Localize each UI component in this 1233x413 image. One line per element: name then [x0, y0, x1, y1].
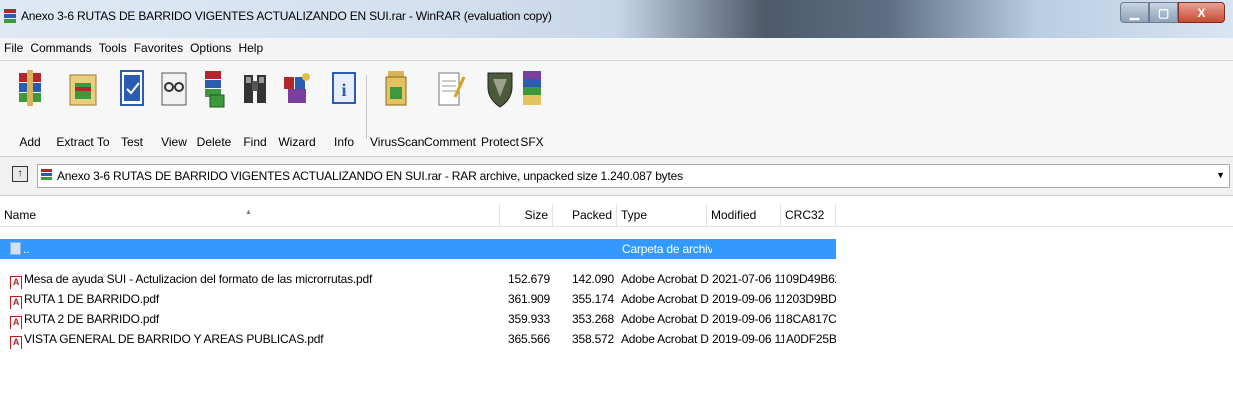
menu-tools[interactable]: Tools	[95, 38, 130, 55]
address-field[interactable]: Anexo 3-6 RUTAS DE BARRIDO VIGENTES ACTU…	[37, 164, 1230, 188]
test-button[interactable]: Test	[115, 67, 149, 149]
column-modified[interactable]: Modified	[707, 204, 781, 226]
archive-path: Anexo 3-6 RUTAS DE BARRIDO VIGENTES ACTU…	[57, 169, 683, 183]
pdf-icon: A	[10, 276, 22, 289]
window-title: Anexo 3-6 RUTAS DE BARRIDO VIGENTES ACTU…	[21, 9, 552, 23]
column-crc32[interactable]: CRC32	[781, 204, 836, 226]
menu-bar: File Commands Tools Favorites Options Help	[0, 38, 1233, 61]
toolbar: Add Extract To Test View Delete Find Wiz…	[0, 61, 1233, 157]
row-type: Adobe Acrobat Do...	[621, 272, 709, 286]
test-icon	[120, 70, 144, 106]
row-modified: 2019-09-06 11:51	[712, 292, 784, 306]
title-bar: Anexo 3-6 RUTAS DE BARRIDO VIGENTES ACTU…	[0, 0, 1233, 38]
menu-file[interactable]: File	[0, 38, 26, 55]
menu-commands[interactable]: Commands	[26, 38, 94, 55]
row-type: Adobe Acrobat Do...	[621, 312, 709, 326]
row-name: A RUTA 1 DE BARRIDO.pdf	[10, 289, 500, 309]
row-size: 365.566	[508, 332, 550, 346]
row-modified: 2019-09-06 11:51	[712, 312, 784, 326]
up-one-level-button[interactable]: ↑	[12, 166, 28, 182]
pdf-icon: A	[10, 316, 22, 329]
row-packed: 142.090	[572, 272, 614, 286]
pdf-icon: A	[10, 296, 22, 309]
archive-icon	[41, 169, 52, 182]
up-arrow-icon: ↑	[17, 168, 23, 179]
delete-button[interactable]: Delete	[196, 67, 232, 149]
toolbar-separator	[366, 75, 367, 139]
row-packed: 353.268	[572, 312, 614, 326]
extract-to-button[interactable]: Extract To	[55, 67, 111, 149]
maximize-button[interactable]: ▢	[1149, 2, 1178, 23]
sfx-icon	[523, 71, 541, 105]
virusscan-button[interactable]: VirusScan	[370, 67, 424, 149]
row-name: A Mesa de ayuda SUI - Actulizacion del fo…	[10, 269, 500, 289]
extract-folder-icon	[69, 74, 97, 106]
list-header: Name ▲ Size Packed Type Modified CRC32	[0, 204, 1233, 227]
row-type: Adobe Acrobat Do...	[621, 292, 709, 306]
pdf-icon: A	[10, 336, 22, 349]
folder-icon	[10, 242, 21, 255]
close-button[interactable]: X	[1178, 2, 1225, 23]
row-size: 359.933	[508, 312, 550, 326]
row-type: Adobe Acrobat Do...	[621, 332, 709, 346]
table-row-parent-folder[interactable]: .. Carpeta de archivos	[0, 239, 836, 259]
comment-button[interactable]: Comment	[424, 67, 476, 149]
wizard-button[interactable]: Wizard	[276, 67, 318, 149]
table-row[interactable]: A RUTA 1 DE BARRIDO.pdf 361.909 355.174 A…	[0, 289, 836, 309]
column-name[interactable]: Name ▲	[0, 204, 500, 226]
row-crc32: 09D49B62	[786, 272, 836, 286]
virusscan-icon	[385, 71, 407, 106]
delete-icon	[205, 71, 225, 108]
row-modified: 2019-09-06 11:51	[712, 332, 784, 346]
comment-icon	[438, 72, 466, 106]
sort-ascending-icon: ▲	[245, 209, 252, 216]
view-book-icon	[161, 72, 187, 106]
info-button[interactable]: i Info	[327, 67, 361, 149]
add-button[interactable]: Add	[8, 67, 52, 149]
row-size: 152.679	[508, 272, 550, 286]
dropdown-arrow-icon[interactable]: ▼	[1216, 170, 1225, 180]
view-button[interactable]: View	[157, 67, 191, 149]
minimize-button[interactable]: ▁	[1120, 2, 1149, 23]
sfx-button[interactable]: SFX	[512, 67, 552, 149]
row-packed: 355.174	[572, 292, 614, 306]
info-icon: i	[332, 72, 356, 104]
row-crc32: 8CA817C2	[786, 312, 836, 326]
svg-text:i: i	[341, 80, 346, 100]
row-name: A VISTA GENERAL DE BARRIDO Y AREAS PUBLIC…	[10, 329, 500, 349]
maximize-icon: ▢	[1157, 5, 1170, 20]
binoculars-icon	[244, 75, 266, 103]
table-row[interactable]: A RUTA 2 DE BARRIDO.pdf 359.933 353.268 A…	[0, 309, 836, 329]
winrar-icon	[4, 9, 16, 23]
table-row[interactable]: A VISTA GENERAL DE BARRIDO Y AREAS PUBLIC…	[0, 329, 836, 349]
menu-options[interactable]: Options	[186, 38, 234, 55]
close-icon: X	[1197, 5, 1206, 20]
row-modified: 2021-07-06 11:08	[712, 272, 784, 286]
menu-help[interactable]: Help	[234, 38, 266, 55]
wizard-icon	[284, 73, 310, 103]
row-packed: 358.572	[572, 332, 614, 346]
column-type[interactable]: Type	[617, 204, 707, 226]
file-list: Name ▲ Size Packed Type Modified CRC32 ..…	[0, 196, 1233, 413]
column-packed[interactable]: Packed	[553, 204, 617, 226]
column-size[interactable]: Size	[500, 204, 553, 226]
window-controls: ▁ ▢ X	[1120, 2, 1225, 23]
address-bar: ↑ Anexo 3-6 RUTAS DE BARRIDO VIGENTES AC…	[0, 157, 1233, 196]
row-crc32: A0DF25B0	[786, 332, 836, 346]
table-row[interactable]: A Mesa de ayuda SUI - Actulizacion del fo…	[0, 269, 836, 289]
add-archive-icon	[19, 70, 41, 106]
row-crc32: 203D9BDE	[786, 292, 836, 306]
row-name: ..	[10, 239, 500, 259]
row-size: 361.909	[508, 292, 550, 306]
row-type: Carpeta de archivos	[622, 242, 712, 256]
row-name: A RUTA 2 DE BARRIDO.pdf	[10, 309, 500, 329]
minimize-icon: ▁	[1129, 5, 1140, 20]
find-button[interactable]: Find	[238, 67, 272, 149]
menu-favorites[interactable]: Favorites	[130, 38, 186, 55]
